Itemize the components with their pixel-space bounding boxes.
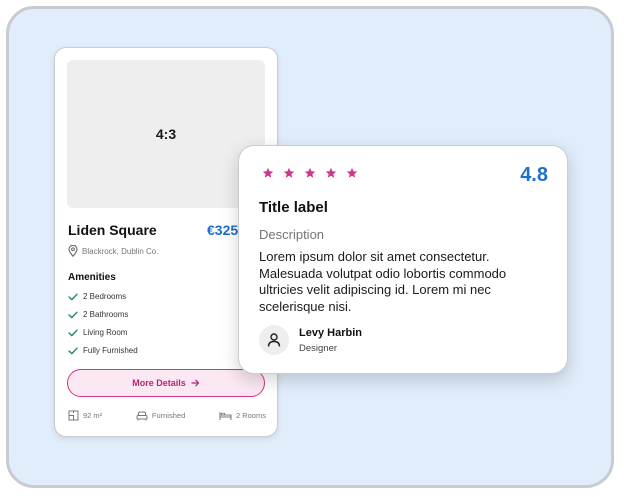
star-icon: [325, 167, 337, 178]
stat-rooms-label: 2 Rooms: [235, 411, 266, 420]
listing-title: Liden Square: [68, 222, 157, 238]
amenity-item: 2 Bathrooms: [68, 310, 128, 319]
amenity-label: 2 Bathrooms: [83, 310, 129, 319]
arrow-right-icon: [191, 374, 200, 392]
rating-value: 4.8: [520, 164, 548, 186]
amenity-label: Fully Furnished: [83, 346, 138, 355]
review-description: Description: [259, 227, 325, 242]
avatar: [259, 325, 289, 355]
amenity-label: Living Room: [83, 328, 128, 337]
stat-area: 92 m²: [68, 410, 102, 421]
map-pin-icon: [68, 245, 78, 257]
star-icon: [346, 167, 358, 178]
amenity-label: 2 Bedrooms: [83, 292, 127, 301]
review-body: Lorem ipsum dolor sit amet consectetur. …: [259, 249, 507, 314]
review-card: 4.8 Title label Description Lorem ipsum …: [238, 145, 568, 374]
check-icon: [68, 347, 78, 355]
author-name: Levy Harbin: [299, 326, 362, 339]
more-details-button[interactable]: More Details: [67, 369, 265, 397]
listing-price: €325: [207, 222, 239, 238]
stat-furnished: Furnished: [136, 411, 185, 421]
star-rating: [262, 167, 358, 179]
check-icon: [68, 293, 78, 301]
review-author: Levy Harbin Designer: [259, 325, 362, 355]
user-icon: [267, 333, 281, 347]
location-row: Blackrock, Dublin Co.: [68, 245, 158, 257]
stat-area-label: 92 m²: [83, 411, 103, 420]
author-details: Levy Harbin Designer: [299, 327, 362, 354]
amenity-item: Living Room: [68, 328, 127, 337]
stat-furnished-label: Furnished: [151, 411, 186, 420]
aspect-ratio-label: 4:3: [155, 126, 177, 142]
stat-rooms: 2 Rooms: [219, 411, 266, 421]
review-title: Title label: [259, 199, 328, 216]
check-icon: [68, 329, 78, 337]
floor-plan-icon: [68, 410, 79, 421]
author-role: Designer: [299, 342, 338, 354]
listing-stats: 92 m² Furnished 2 Rooms: [68, 410, 266, 421]
check-icon: [68, 311, 78, 319]
star-icon: [304, 167, 316, 178]
bed-icon: [219, 411, 232, 421]
image-placeholder: 4:3: [67, 60, 265, 208]
location-text: Blackrock, Dublin Co.: [82, 246, 159, 256]
more-details-label: More Details: [132, 378, 186, 388]
amenity-item: Fully Furnished: [68, 346, 138, 355]
amenities-heading: Amenities: [68, 272, 116, 283]
amenity-item: 2 Bedrooms: [68, 292, 126, 301]
star-icon: [283, 167, 295, 178]
star-icon: [262, 167, 274, 178]
sofa-icon: [136, 411, 148, 421]
